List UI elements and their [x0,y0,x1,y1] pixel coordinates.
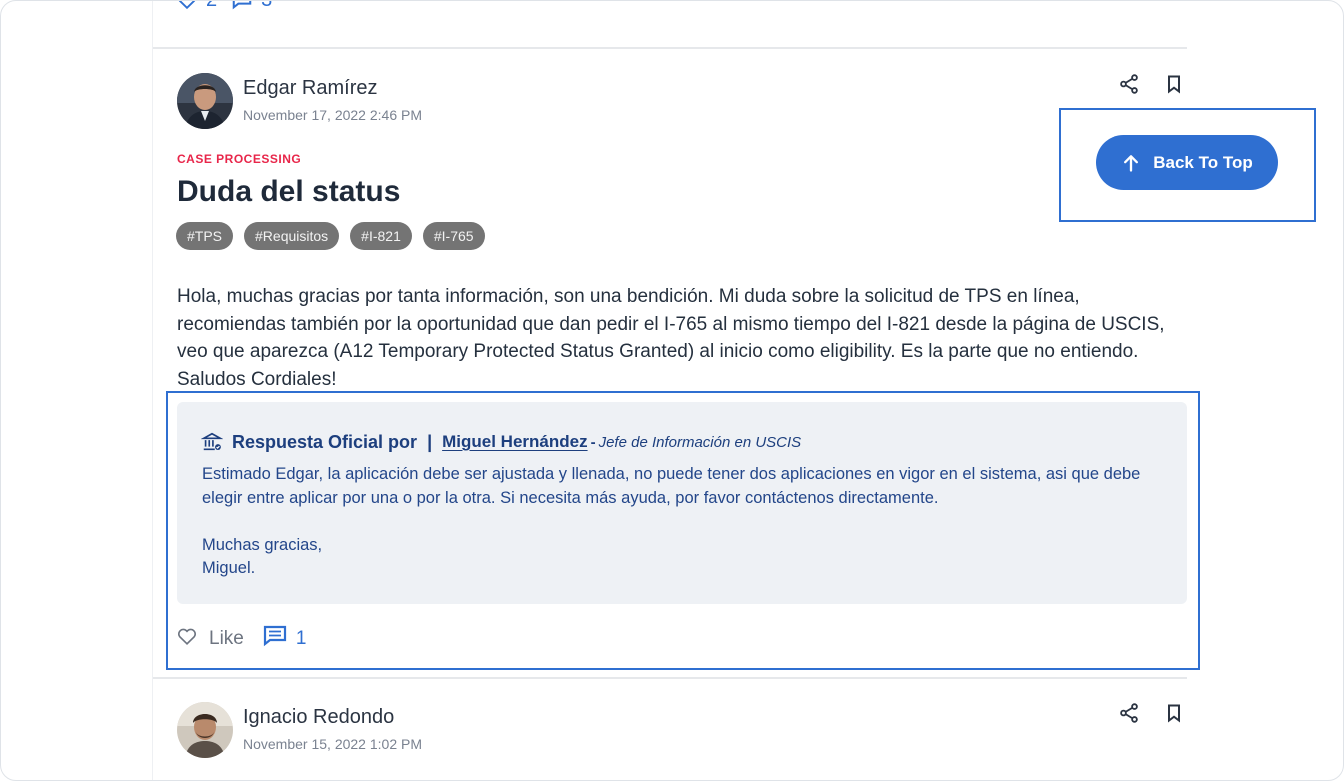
comment-count: 1 [295,628,307,649]
post-divider [153,677,1187,679]
post-date: November 15, 2022 1:02 PM [243,736,422,752]
author-avatar[interactable] [177,73,233,129]
comment-icon [263,625,287,653]
back-to-top-label: Back To Top [1153,152,1253,172]
author-avatar[interactable] [177,702,233,758]
heart-icon [176,625,198,653]
official-answer-separator: | [427,431,433,452]
like-label: Like [209,628,244,649]
post-title[interactable]: Duda del status [177,175,400,209]
bank-icon [200,431,224,453]
tag-chip[interactable]: #Requisitos [244,222,340,250]
heart-icon[interactable] [176,1,198,11]
official-answer-paragraph: Estimado Edgar, la aplicación debe ser a… [202,465,1141,507]
post-actions: Like 1 [176,625,306,653]
share-icon [1118,702,1140,729]
responder-link[interactable]: Miguel Hernández [442,432,587,452]
page-frame: 2 3 Edgar Ramírez November 17, 2022 2:46… [0,0,1344,781]
official-answer-header: Respuesta Oficial por | Miguel Hernández… [200,431,802,453]
share-icon [1118,73,1140,100]
bookmark-button[interactable] [1160,701,1188,729]
share-button[interactable] [1115,72,1143,100]
official-answer-text: Estimado Edgar, la aplicación debe ser a… [202,462,1177,510]
post-body: Hola, muchas gracias por tanta informaci… [177,286,1165,390]
back-to-top-button[interactable]: Back To Top [1096,135,1278,190]
share-button[interactable] [1115,701,1143,729]
previous-post-comment-count: 3 [261,1,272,12]
like-button[interactable]: Like [176,625,244,653]
responder-role-dash: - [590,433,596,451]
feed-left-border [152,1,153,780]
bookmark-button[interactable] [1160,72,1188,100]
comments-button[interactable]: 1 [263,625,307,653]
post-category[interactable]: CASE PROCESSING [177,152,301,166]
bookmark-icon [1164,703,1184,728]
author-name[interactable]: Ignacio Redondo [243,706,394,729]
tag-list: #TPS #Requisitos #I-821 #I-765 [176,222,485,250]
official-answer-label: Respuesta Oficial por [232,431,418,452]
author-name[interactable]: Edgar Ramírez [243,77,378,100]
tag-chip[interactable]: #I-821 [350,222,412,250]
official-answer-signature: Miguel. [202,559,256,577]
official-answer-signoff: Muchas gracias, Miguel. [202,534,322,580]
tag-chip[interactable]: #I-765 [422,222,485,250]
previous-post-actions: 2 3 [176,1,286,12]
comment-icon[interactable] [231,1,253,11]
official-answer-closing: Muchas gracias, [202,536,323,554]
responder-role: Jefe de Información en USCIS [598,433,802,451]
previous-post-like-count: 2 [206,1,217,12]
post-date: November 17, 2022 2:46 PM [243,107,422,123]
arrow-up-icon [1121,153,1141,173]
bookmark-icon [1164,74,1184,99]
tag-chip[interactable]: #TPS [176,222,234,250]
post-divider [153,47,1187,49]
